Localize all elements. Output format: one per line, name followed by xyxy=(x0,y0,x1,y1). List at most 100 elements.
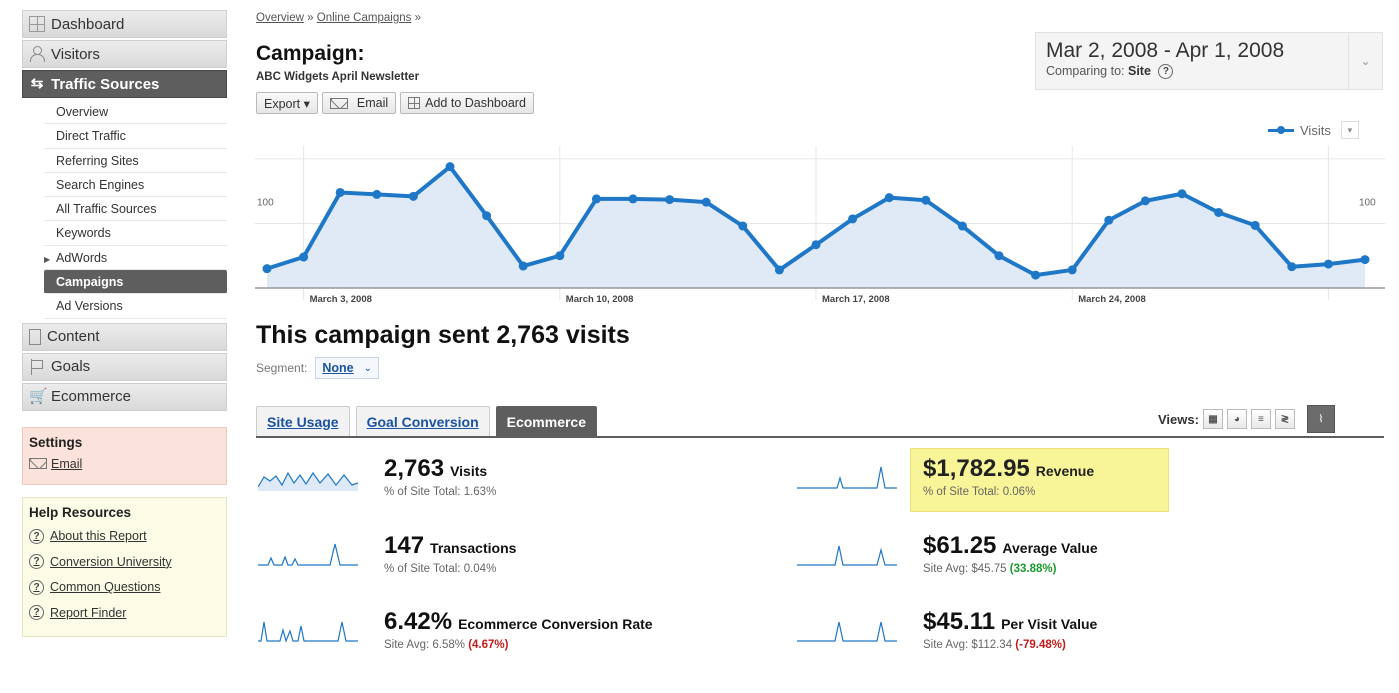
sidebar-item-adwords[interactable]: ▶ AdWords xyxy=(44,246,227,272)
data-point xyxy=(848,214,858,224)
revenue-values: $1,782.95 Revenue % of Site Total: 0.06% xyxy=(923,455,1094,498)
legend-line-icon xyxy=(1268,125,1294,134)
average-value-sparkline[interactable] xyxy=(797,538,897,568)
flag-icon xyxy=(29,358,45,375)
metric-revenue: $1,782.95 Revenue % of Site Total: 0.06% xyxy=(797,455,1094,498)
segment-value: None xyxy=(322,361,354,375)
data-point xyxy=(701,197,711,207)
help-icon: ? xyxy=(29,579,44,595)
help-link-report-finder[interactable]: ? Report Finder xyxy=(29,600,220,626)
tab-ecommerce[interactable]: Ecommerce xyxy=(495,406,598,436)
settings-title: Settings xyxy=(29,434,83,450)
data-point xyxy=(1067,265,1077,275)
help-icon: ? xyxy=(29,605,44,621)
segment-select[interactable]: None ⌄ xyxy=(315,357,380,379)
per-visit-delta: (-79.48%) xyxy=(1015,639,1066,651)
per-visit-sparkline[interactable] xyxy=(797,614,897,644)
transactions-sparkline[interactable] xyxy=(258,538,358,568)
pie-view-icon[interactable]: ◕ xyxy=(1226,409,1247,429)
add-to-dashboard-button[interactable]: Add to Dashboard xyxy=(400,92,534,114)
email-button[interactable]: Email xyxy=(321,92,397,114)
tab-site-usage[interactable]: Site Usage xyxy=(256,406,350,436)
tab-goal-conversion[interactable]: Goal Conversion xyxy=(355,406,490,436)
sidebar-item-referring-sites[interactable]: Referring Sites xyxy=(44,149,227,173)
data-point xyxy=(1104,215,1114,225)
per-visit-sub: Site Avg: $112.34 (-79.48%) xyxy=(923,639,1097,651)
data-point xyxy=(445,162,455,172)
transactions-value: 147 xyxy=(384,532,425,559)
nav-visitors-label: Visitors xyxy=(51,45,100,63)
visits-sparkline[interactable] xyxy=(258,461,358,491)
sidebar-item-keywords[interactable]: Keywords xyxy=(44,221,227,246)
y-tick-label: 100 xyxy=(257,197,274,208)
export-button[interactable]: Export ▾ xyxy=(256,92,318,114)
tab-divider xyxy=(256,436,1384,438)
comparing-value: Site xyxy=(1128,64,1151,78)
page-title: Campaign: xyxy=(256,42,365,65)
data-point xyxy=(1360,255,1370,265)
conversion-sparkline[interactable] xyxy=(258,614,358,644)
nav-dashboard[interactable]: Dashboard xyxy=(22,10,227,38)
average-value-site-avg: Site Avg: $45.75 xyxy=(923,563,1007,575)
sidebar-item-search-engines[interactable]: Search Engines xyxy=(44,173,227,198)
revenue-sparkline[interactable] xyxy=(797,461,897,491)
help-link-label: About this Report xyxy=(50,529,147,544)
sidebar-item-overview[interactable]: Overview xyxy=(44,100,227,125)
metric-average-value: $61.25 Average Value Site Avg: $45.75 (33… xyxy=(797,532,1098,575)
sidebar-item-all-traffic-sources[interactable]: All Traffic Sources xyxy=(44,197,227,222)
transactions-values: 147 Transactions % of Site Total: 0.04% xyxy=(384,532,516,575)
settings-email-link[interactable]: Email xyxy=(29,454,220,474)
date-range-picker[interactable]: Mar 2, 2008 - Apr 1, 2008 Comparing to: … xyxy=(1035,32,1383,90)
arrows-icon: ⇆ xyxy=(30,75,44,92)
nav-content[interactable]: Content xyxy=(22,322,227,351)
visits-values: 2,763 Visits % of Site Total: 1.63% xyxy=(384,455,496,498)
grid-icon xyxy=(29,16,45,32)
data-point xyxy=(774,265,784,275)
data-point xyxy=(665,195,675,205)
views-label: Views: xyxy=(1158,411,1199,427)
breadcrumb-overview[interactable]: Overview xyxy=(256,12,304,24)
expand-arrow-icon[interactable]: ▶ xyxy=(44,248,56,272)
revenue-sub: % of Site Total: 0.06% xyxy=(923,486,1036,498)
breadcrumb-separator: » xyxy=(414,12,421,24)
chevron-down-icon[interactable]: ⌄ xyxy=(1348,33,1382,89)
chart-legend: Visits ▾ xyxy=(1268,121,1359,139)
help-title: Help Resources xyxy=(29,504,132,520)
page-subtitle: ABC Widgets April Newsletter xyxy=(256,71,420,83)
bar-view-icon[interactable]: ≡ xyxy=(1250,409,1271,429)
sidebar-item-direct-traffic[interactable]: Direct Traffic xyxy=(44,124,227,149)
sidebar-item-campaigns[interactable]: Campaigns xyxy=(44,270,227,295)
comparison-view-icon[interactable]: ≷ xyxy=(1274,409,1295,429)
trend-view-icon[interactable]: ⌇ xyxy=(1306,405,1335,433)
help-link-common-questions[interactable]: ? Common Questions xyxy=(29,575,220,601)
data-point xyxy=(1287,262,1297,272)
help-icon[interactable]: ? xyxy=(1158,64,1174,80)
table-view-icon[interactable]: ▦ xyxy=(1202,409,1223,429)
help-link-about-report[interactable]: ? About this Report xyxy=(29,524,220,550)
grid-icon xyxy=(408,97,421,109)
help-icon: ? xyxy=(29,528,44,544)
average-value-delta: (33.88%) xyxy=(1009,563,1057,575)
per-visit-site-avg: Site Avg: $112.34 xyxy=(923,639,1013,651)
data-point xyxy=(372,189,382,199)
average-value-label: Average Value xyxy=(1002,540,1098,556)
x-tick-label: March 3, 2008 xyxy=(310,294,372,305)
nav-goals[interactable]: Goals xyxy=(22,352,227,381)
traffic-sources-submenu: Overview Direct Traffic Referring Sites … xyxy=(22,100,227,319)
x-tick-label: March 17, 2008 xyxy=(822,294,890,305)
chevron-down-icon[interactable]: ▾ xyxy=(1340,121,1359,139)
breadcrumb-online-campaigns[interactable]: Online Campaigns xyxy=(317,12,412,24)
nav-traffic-sources[interactable]: ⇆ Traffic Sources xyxy=(22,70,227,98)
visits-value: 2,763 xyxy=(384,455,445,482)
data-point xyxy=(1031,270,1041,280)
average-value-value: $61.25 xyxy=(923,532,997,559)
settings-email-label: Email xyxy=(51,456,83,471)
sidebar-item-ad-versions[interactable]: Ad Versions xyxy=(44,294,227,319)
envelope-icon xyxy=(329,97,348,109)
nav-visitors[interactable]: Visitors xyxy=(22,40,227,68)
help-link-conversion-university[interactable]: ? Conversion University xyxy=(29,549,220,575)
help-link-label: Report Finder xyxy=(50,605,127,620)
nav-ecommerce[interactable]: 🛒 Ecommerce xyxy=(22,382,227,411)
data-point xyxy=(1250,220,1260,230)
visits-label: Visits xyxy=(450,463,488,479)
